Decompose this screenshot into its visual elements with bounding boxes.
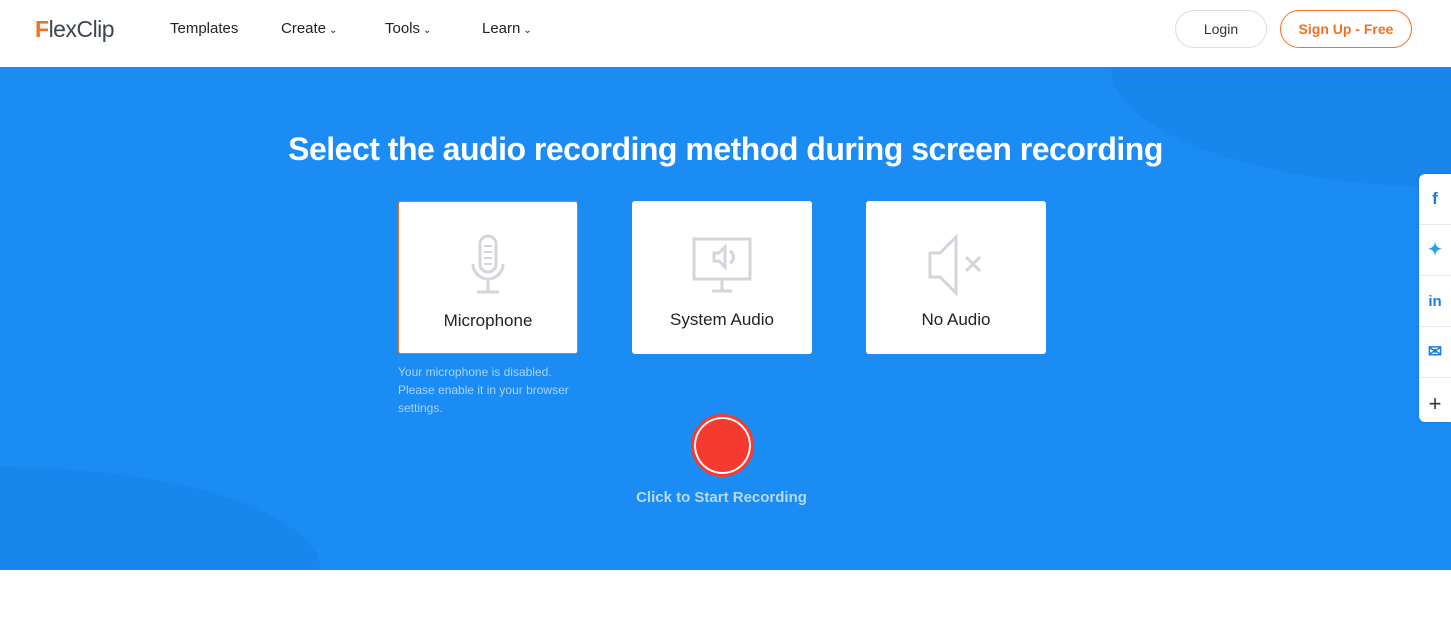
start-recording-button[interactable] [691,414,754,477]
decorative-blob [1111,67,1451,187]
nav-label: Create [281,20,327,37]
page-title: Select the audio recording method during… [288,131,1163,167]
share-bar: f ✦ in ✉ + [1419,174,1451,422]
mute-icon [928,233,982,297]
decorative-blob [0,467,320,570]
facebook-icon[interactable]: f [1419,174,1451,225]
nav-tools[interactable]: Tools ⌄ [385,20,431,37]
signup-button[interactable]: Sign Up - Free [1280,10,1412,48]
nav-label: Templates [170,20,239,37]
nav-create[interactable]: Create ⌄ [281,20,337,37]
nav-learn[interactable]: Learn ⌄ [482,20,532,37]
option-no-audio[interactable]: No Audio [866,201,1046,354]
option-label: No Audio [921,310,991,329]
option-microphone[interactable]: Microphone [398,201,578,354]
chevron-down-icon: ⌄ [423,25,432,36]
nav-templates[interactable]: Templates [170,20,238,37]
chevron-down-icon: ⌄ [329,25,338,36]
option-label: System Audio [670,310,774,329]
start-recording-label[interactable]: Click to Start Recording [0,489,1443,506]
top-nav: FlexClip Templates Create ⌄ Tools ⌄ Learn ⌄… [0,0,1451,67]
page-area: FlexClip Templates Create ⌄ Tools ⌄ Learn ⌄… [0,0,1451,620]
option-label: Microphone [443,311,533,330]
logo[interactable]: FlexClip [35,16,115,43]
monitor-speaker-icon [692,237,752,293]
chevron-down-icon: ⌄ [523,25,532,36]
microphone-disabled-note: Your microphone is disabled. Please enab… [398,365,569,415]
plus-icon[interactable]: + [1419,378,1451,429]
twitter-icon[interactable]: ✦ [1419,225,1451,276]
login-button[interactable]: Login [1175,10,1267,48]
nav-label: Learn [482,20,521,37]
hero-section: Select the audio recording method during… [0,67,1451,570]
email-icon[interactable]: ✉ [1419,327,1451,378]
linkedin-icon[interactable]: in [1419,276,1451,327]
nav-label: Tools [385,20,421,37]
option-system-audio[interactable]: System Audio [632,201,812,354]
microphone-icon [471,234,505,294]
